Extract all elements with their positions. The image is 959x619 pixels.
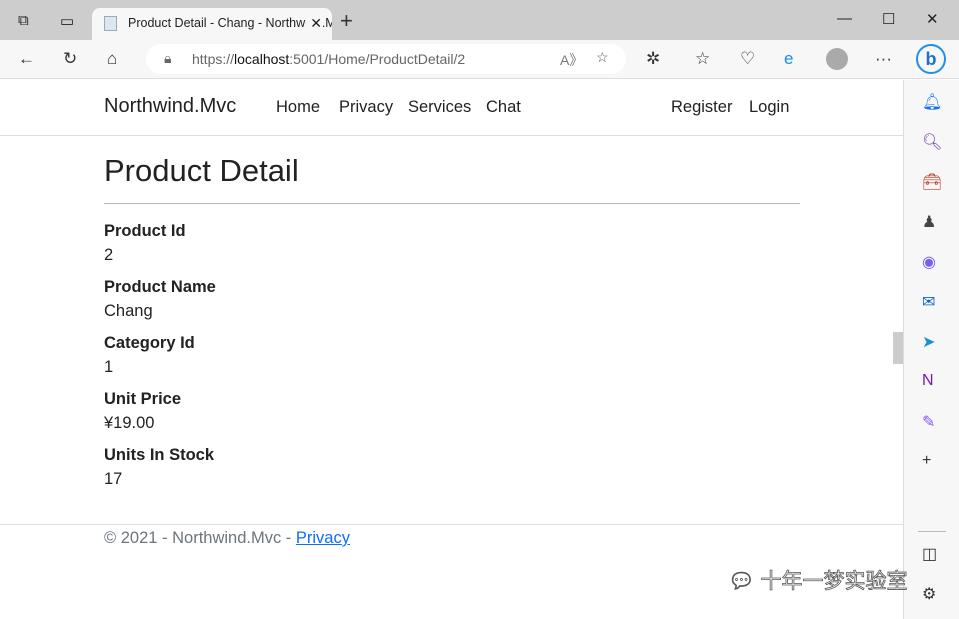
tools-icon[interactable]: 🧰︎ [922,172,942,192]
ie-mode-icon[interactable]: e [784,49,793,69]
watermark: 💬︎ 十年一梦实验室 [728,565,908,595]
new-tab-button[interactable]: + [340,8,353,34]
field-value: 17 [104,470,123,488]
field-label: Units In Stock [104,446,215,464]
minimize-button[interactable]: — [837,10,852,27]
url-path: :5001/Home/ProductDetail/2 [289,51,466,67]
nav-register[interactable]: Register [671,98,732,117]
maximize-button[interactable]: ☐ [882,10,895,28]
field-label: Product Id [104,222,186,240]
onenote-icon[interactable]: N [922,372,934,390]
watermark-text: 十年一梦实验室 [760,570,908,594]
field-label: Product Name [104,278,216,296]
close-window-button[interactable]: ✕ [926,10,939,28]
url-scheme: https:// [192,51,235,67]
footer: © 2021 - Northwind.Mvc - Privacy [0,524,903,548]
scrollbar-thumb[interactable] [893,332,903,364]
field-label: Category Id [104,334,195,352]
outlook-icon[interactable]: ✉ [922,292,935,312]
add-icon[interactable]: + [922,452,931,470]
refresh-icon[interactable]: ↻ [63,49,77,69]
home-icon[interactable]: ⌂ [107,49,117,69]
address-bar[interactable]: 🔒︎ https://localhost:5001/Home/ProductDe… [146,44,626,74]
add-favorite-icon[interactable]: ☆ [596,49,609,66]
games-icon[interactable]: ♟ [922,212,936,232]
tab-actions-icon[interactable]: ▭ [60,12,74,30]
bing-copilot-icon[interactable]: b [916,44,946,74]
edge-sidebar: 🔔︎ 🔍︎ 🧰︎ ♟ ◉ ✉ ➤ N ✎ + ◫ ⚙ [903,80,959,619]
settings-icon[interactable]: ⚙ [922,584,936,604]
tab-active[interactable]: Product Detail - Chang - Northwind.Mvc ✕ [92,8,332,40]
footer-text: © 2021 - Northwind.Mvc - [104,529,296,547]
hide-sidebar-icon[interactable]: ◫ [922,544,937,564]
web-page: Northwind.Mvc Home Privacy Services Chat… [0,80,903,619]
field-value: 2 [104,246,114,264]
page-icon [104,16,117,31]
nav-home[interactable]: Home [276,98,320,117]
browser-essentials-icon[interactable]: ♡ [740,49,755,69]
tab-bar: ⧉ ▭ Product Detail - Chang - Northwind.M… [0,0,959,40]
tab-title: Product Detail - Chang - Northwind.Mvc [128,16,332,30]
designer-icon[interactable]: ✎ [922,412,935,432]
sidebar-divider [918,531,946,532]
search-icon[interactable]: 🔍︎ [922,132,942,152]
field-value: 1 [104,358,114,376]
product-details: Product Id 2 Product Name Chang Category I… [104,222,216,502]
navbar: Northwind.Mvc Home Privacy Services Chat… [0,80,903,136]
extensions-icon[interactable]: ✲ [646,49,660,69]
divider [104,203,800,204]
nav-chat[interactable]: Chat [486,98,521,117]
bell-icon[interactable]: 🔔︎ [922,92,942,112]
nav-login[interactable]: Login [749,98,789,117]
nav-services[interactable]: Services [408,98,471,117]
url-host: localhost [234,51,290,67]
lock-icon: 🔒︎ [164,50,172,66]
field-label: Unit Price [104,390,182,408]
footer-privacy-link[interactable]: Privacy [296,529,350,547]
send-icon[interactable]: ➤ [922,332,935,352]
workspaces-icon[interactable]: ⧉ [18,12,29,29]
office-icon[interactable]: ◉ [922,252,936,272]
wechat-icon: 💬︎ [728,570,761,594]
field-value: Chang [104,302,153,320]
favorites-icon[interactable]: ☆ [695,49,710,69]
read-aloud-icon[interactable]: A》 [560,50,583,70]
nav-privacy[interactable]: Privacy [339,98,393,117]
profile-avatar[interactable] [826,48,848,70]
back-icon[interactable]: ← [18,49,35,69]
browser-toolbar: ← ↻ ⌂ 🔒︎ https://localhost:5001/Home/Pro… [0,40,959,79]
page-title: Product Detail [104,153,299,188]
more-icon[interactable]: ··· [875,49,892,69]
field-value: ¥19.00 [104,414,155,432]
brand-link[interactable]: Northwind.Mvc [104,95,236,118]
close-tab-icon[interactable]: ✕ [306,15,322,32]
